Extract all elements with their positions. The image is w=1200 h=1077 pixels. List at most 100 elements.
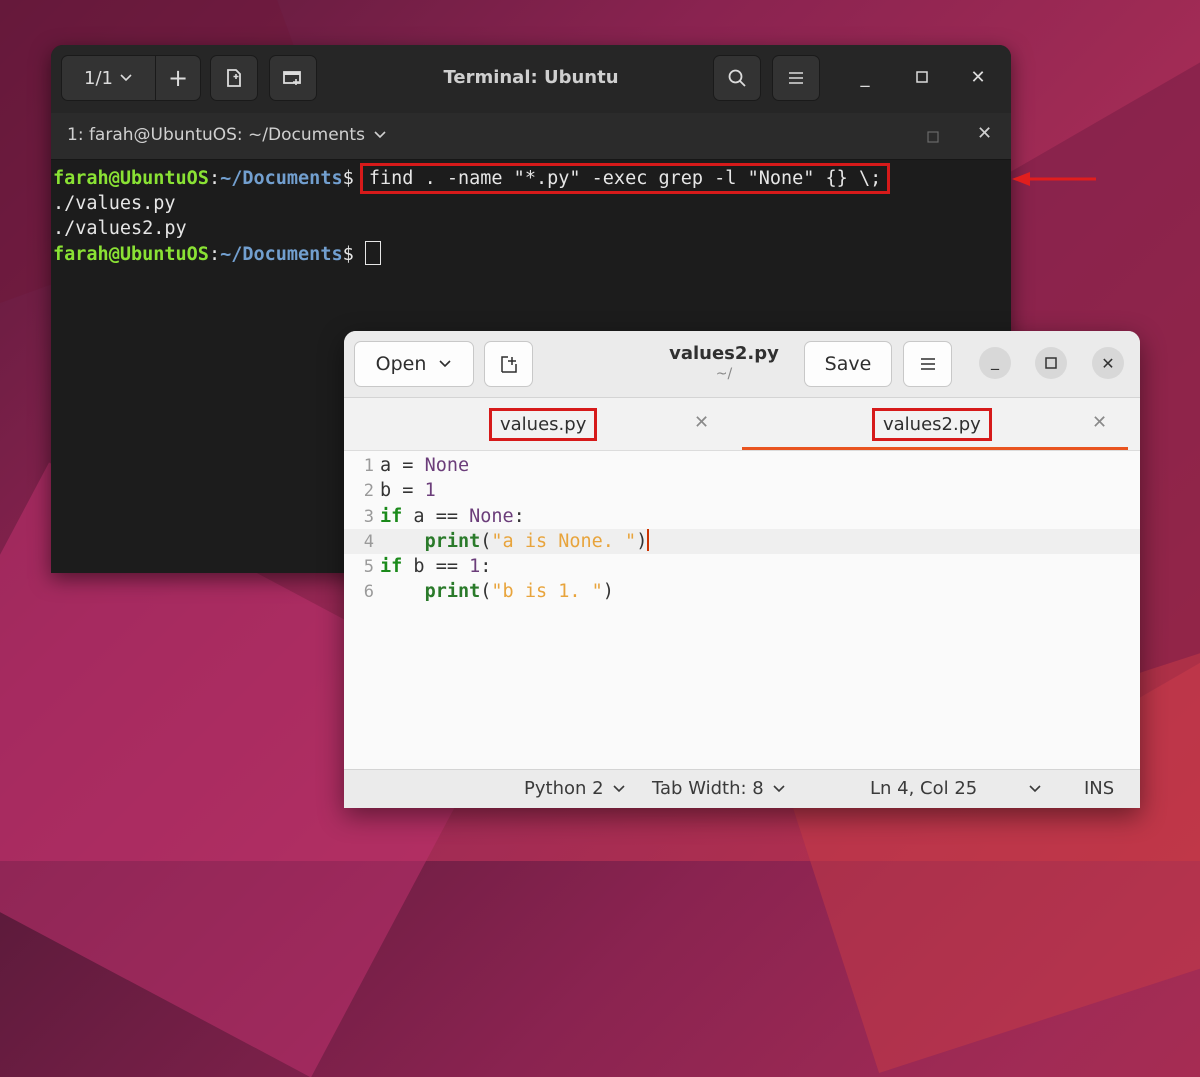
prompt-user: farah@UbuntuOS [53, 244, 209, 265]
maximize-icon [1045, 357, 1057, 369]
cursor-position[interactable]: Ln 4, Col 25 [870, 778, 977, 799]
save-button[interactable]: Save [804, 341, 892, 387]
prompt-line: farah@UbuntuOS:~/Documents$ [53, 241, 1011, 267]
tab-width-selector[interactable]: Tab Width: 8 [652, 778, 786, 799]
code-token: b == [402, 556, 470, 578]
insert-mode-indicator[interactable]: INS [1084, 778, 1114, 799]
close-icon[interactable]: ✕ [1092, 412, 1107, 433]
active-tab-indicator [742, 447, 1128, 450]
close-icon[interactable]: ✕ [694, 412, 709, 433]
code-token: None [424, 455, 470, 476]
code-token: : [513, 505, 525, 527]
close-button[interactable]: ✕ [1092, 347, 1124, 379]
code-line[interactable]: 3 if a == None: [344, 504, 1140, 529]
code-line[interactable]: 2b = 1 [344, 478, 1140, 503]
code-token: 1 [424, 480, 436, 502]
terminal-tab-label: 1: farah@UbuntuOS: ~/Documents [67, 125, 365, 145]
code-token: ) [602, 581, 614, 603]
close-icon: ✕ [1101, 353, 1115, 373]
code-token: a == [402, 505, 470, 527]
menu-icon [920, 358, 935, 370]
minimize-icon: _ [860, 67, 870, 88]
annotation-arrow-icon [1012, 172, 1096, 186]
terminal-cursor [364, 241, 381, 265]
menu-button[interactable] [903, 341, 952, 387]
minimize-button[interactable]: _ [979, 347, 1011, 379]
code-token: ( [480, 530, 492, 552]
menu-button[interactable] [772, 55, 820, 101]
document-name: values2.py [669, 343, 779, 364]
code-token: = [402, 480, 425, 502]
new-document-icon [500, 356, 517, 373]
chevron-down-icon [1029, 785, 1041, 793]
text-caret [647, 528, 650, 551]
tab-label: values.py [489, 408, 598, 441]
terminal-tab[interactable]: 1: farah@UbuntuOS: ~/Documents [67, 125, 387, 145]
maximize-button[interactable] [1035, 347, 1067, 379]
close-icon: ✕ [970, 67, 986, 88]
code-line[interactable]: 1a = None [344, 453, 1140, 478]
code-token: ) [636, 530, 648, 552]
prompt-symbol: $ [342, 168, 354, 189]
terminal-tab-bar: 1: farah@UbuntuOS: ~/Documents ✕ [51, 113, 1011, 160]
position-menu-button[interactable] [1028, 778, 1042, 799]
code-token: print [424, 530, 481, 552]
tab-width-label: Tab Width: 8 [652, 778, 764, 799]
command-line: farah@UbuntuOS:~/Documents$ find . -name… [53, 163, 1011, 194]
terminal-headerbar: 1/1 + Terminal: Ubuntu _ ✕ [51, 45, 1011, 113]
tab-close-button[interactable]: ✕ [977, 123, 992, 144]
code-editor[interactable]: 1a = None 2 b = 1 3 if a == None: 4 print("a … [344, 451, 1140, 605]
prompt-colon: : [208, 168, 221, 189]
status-bar: Python 2 Tab Width: 8 Ln 4, Col 25 INS [344, 769, 1140, 808]
line-number: 1 [363, 456, 374, 476]
code-line[interactable]: 5 if b == 1: [344, 554, 1140, 579]
search-button[interactable] [713, 55, 761, 101]
code-token: 1 [469, 556, 481, 578]
language-label: Python 2 [524, 778, 604, 799]
code-line[interactable]: 4 print("a is None. ") [344, 528, 1140, 555]
code-token: if [380, 556, 403, 578]
tab-label: values2.py [872, 408, 992, 441]
code-token: None [469, 505, 514, 527]
maximize-icon [916, 71, 928, 83]
output-line: ./values2.py [53, 218, 187, 239]
line-number: 2 [363, 481, 374, 502]
editor-title: values2.py ~/ [654, 343, 794, 382]
menu-icon [789, 72, 803, 84]
open-button-label: Open [375, 353, 427, 375]
language-selector[interactable]: Python 2 [524, 778, 626, 799]
code-token: a [380, 455, 403, 476]
close-icon: ✕ [977, 123, 993, 144]
chevron-down-icon [439, 360, 451, 368]
prompt-path: ~/Documents [220, 168, 343, 189]
chevron-down-icon [773, 784, 785, 792]
line-number: 4 [363, 531, 374, 552]
line-number: 5 [363, 557, 374, 578]
code-token: b [380, 480, 403, 502]
close-button[interactable]: ✕ [966, 67, 990, 88]
tab-maximize-button[interactable] [927, 128, 939, 148]
maximize-button[interactable] [910, 67, 934, 88]
code-token: print [424, 581, 481, 603]
code-token: if [380, 505, 403, 527]
new-tab-button[interactable] [484, 341, 533, 387]
maximize-icon [927, 131, 939, 143]
document-path: ~/ [715, 366, 733, 382]
code-token: "a is None. " [491, 530, 637, 552]
code-token: = [402, 455, 425, 476]
search-icon [728, 69, 746, 87]
tab-values-py[interactable]: values.py ✕ [344, 398, 742, 450]
code-token: "b is 1. " [491, 581, 603, 603]
terminal-output[interactable]: farah@UbuntuOS:~/Documents$ find . -name… [51, 160, 1011, 267]
open-button[interactable]: Open [354, 341, 474, 387]
prompt-user: farah@UbuntuOS [53, 168, 209, 189]
text-editor-window: Open values2.py ~/ Save _ ✕ values.py ✕ [344, 331, 1140, 808]
chevron-down-icon [374, 131, 386, 139]
minimize-button[interactable]: _ [853, 67, 877, 88]
tab-values2-py[interactable]: values2.py ✕ [742, 398, 1140, 450]
minimize-icon: _ [991, 350, 999, 370]
document-tabs: values.py ✕ values2.py ✕ [344, 398, 1140, 451]
code-line[interactable]: 6 print("b is 1. ") [344, 579, 1140, 604]
